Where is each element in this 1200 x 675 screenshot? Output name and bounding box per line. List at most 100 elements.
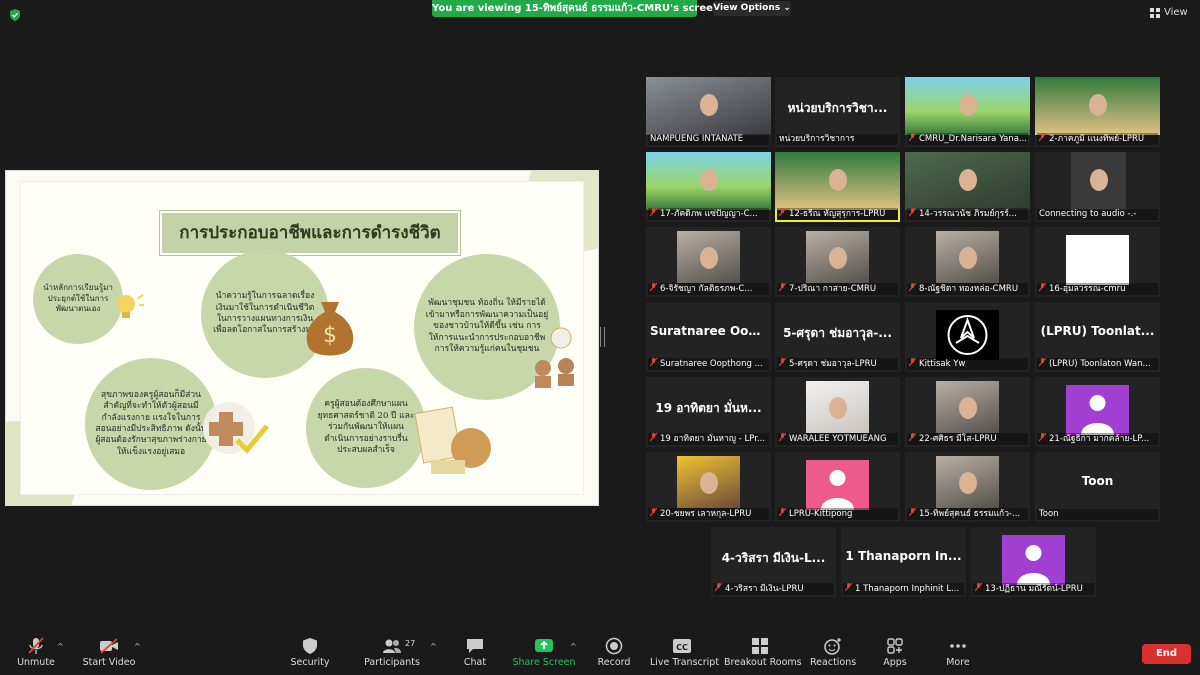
participant-tile[interactable]: 19 อาทิตยา มั่นห... 19 อาทิตยา มั่นหาญู -… <box>646 377 771 447</box>
mic-muted-icon <box>714 583 723 592</box>
participant-name-label: 1 Thanaporn Inphinit L... <box>843 583 964 595</box>
participant-tile[interactable]: 2-ภาคภูมิ แนงทิพย์-LPRU <box>1035 77 1160 147</box>
participant-name-text: (LPRU) Toonlaton Wan... <box>1049 359 1151 369</box>
svg-text:CC: CC <box>676 643 688 652</box>
view-button[interactable]: View <box>1150 5 1192 21</box>
more-button[interactable]: More <box>942 637 974 673</box>
mic-muted-icon <box>28 637 44 654</box>
default-avatar-icon <box>821 470 854 510</box>
cc-icon: CC <box>673 639 691 653</box>
participant-display-name: 4-วริสรา มีเงิน-L... <box>721 551 826 565</box>
topic-circle-strategy: ครูผู้สอนต้องศึกษาแผนยุทธศาสตร์ชาติ 20 ป… <box>306 368 426 488</box>
participant-name-text: 7-ปริณา กาสาย-CMRU <box>789 284 877 294</box>
participant-tile[interactable]: 6-จิรัชญา กัลติธรภพ-C... <box>646 227 771 297</box>
record-label: Record <box>597 657 631 668</box>
participant-video <box>905 77 1030 135</box>
participant-tile[interactable]: 7-ปริณา กาสาย-CMRU <box>775 227 900 297</box>
participant-tile[interactable]: 1 Thanaporn In... 1 Thanaporn Inphinit L.… <box>841 527 966 597</box>
participant-name-label: 15-ทิพย์สุคนธ์ ธรรมแก้ว-... <box>907 508 1028 520</box>
participant-name-text: 1 Thanaporn Inphinit L... <box>855 584 960 594</box>
participant-video <box>775 152 900 210</box>
video-options-caret[interactable]: ^ <box>134 642 141 651</box>
participant-tile[interactable]: Connecting to audio -.- <box>1035 152 1160 222</box>
breakout-rooms-button[interactable]: Breakout Rooms <box>724 637 802 673</box>
participant-face <box>699 471 718 494</box>
share-screen-label: Share Screen <box>512 657 576 668</box>
participant-name-label: 2-ภาคภูมิ แนงทิพย์-LPRU <box>1037 133 1158 145</box>
participant-tile[interactable]: Kittisak Yw <box>905 302 1030 372</box>
participant-face <box>958 396 977 419</box>
participant-tile[interactable]: 13-ปฏิธาน มณีรัตน์-LPRU <box>971 527 1096 597</box>
unmute-button[interactable]: Unmute <box>14 637 58 673</box>
mic-muted-icon <box>1038 433 1047 442</box>
participant-name-label: 16-อุมลวรรณ-cmru <box>1037 283 1158 295</box>
topic-circle-learning: นำหลักการเรียนรู้มาประยุกต์ใช้ในการพัฒนา… <box>33 254 123 344</box>
reactions-button[interactable]: Reactions <box>810 637 856 673</box>
participant-tile[interactable]: 12-ธรีณ หัญสุรุการ-LPRU <box>775 152 900 222</box>
start-video-label: Start Video <box>82 657 136 668</box>
participant-tile[interactable]: 15-ทิพย์สุคนธ์ ธรรมแก้ว-... <box>905 452 1030 522</box>
security-shield-icon[interactable] <box>8 8 22 22</box>
participant-tile[interactable]: (LPRU) Toonlat... (LPRU) Toonlaton Wan... <box>1035 302 1160 372</box>
participant-name-text: CMRU_Dr.Narisara Yana... <box>919 134 1028 144</box>
participant-display-name: 19 อาทิตยา มั่นห... <box>655 401 762 415</box>
participant-name-label: Connecting to audio -.- <box>1037 209 1158 220</box>
participant-tile[interactable]: 17-ภัคดิภพ แซ่ปัญญา-C... <box>646 152 771 222</box>
participant-name-label: 21-ณัฐธิกา มากคล้าย-LP... <box>1037 433 1158 445</box>
participant-tile[interactable]: Toon Toon <box>1035 452 1160 522</box>
participant-name-text: 21-ณัฐธิกา มากคล้าย-LP... <box>1049 434 1150 444</box>
participant-name-text: 15-ทิพย์สุคนธ์ ธรรมแก้ว-... <box>919 509 1021 519</box>
video-off-icon <box>100 638 118 654</box>
participant-name-label: หน่วยบริการวิชาการ <box>777 134 898 145</box>
participant-name-label: 4-วริสรา มีเงิน-LPRU <box>713 583 834 595</box>
participant-tile[interactable]: 16-อุมลวรรณ-cmru <box>1035 227 1160 297</box>
apps-button[interactable]: Apps <box>880 637 910 673</box>
participant-tile[interactable]: NAMPUENG INTANATE <box>646 77 771 147</box>
participant-tile[interactable]: 8-ณัฐชิดา ทองหล่อ-CMRU <box>905 227 1030 297</box>
participant-name-text: Suratnaree Oopthong ... <box>660 359 763 369</box>
view-options-button[interactable]: View Options ⌄ <box>713 1 791 16</box>
participant-name-label: Kittisak Yw <box>907 358 1028 370</box>
participant-tile[interactable]: 14-วรรณวนัช ภิรมย์กุรร์... <box>905 152 1030 222</box>
chat-icon <box>467 639 483 653</box>
shared-screen-slide: การประกอบอาชีพและการดำรงชีวิต นำหลักการเ… <box>5 170 599 506</box>
participant-video <box>1035 77 1160 135</box>
participant-face <box>1088 94 1107 117</box>
participant-tile[interactable]: 22-ศศิธร มีโส-LPRU <box>905 377 1030 447</box>
participant-tile[interactable]: 21-ณัฐธิกา มากคล้าย-LP... <box>1035 377 1160 447</box>
participants-options-caret[interactable]: ^ <box>430 642 437 651</box>
security-button[interactable]: Security <box>290 637 330 673</box>
participant-video <box>806 381 869 433</box>
participant-tile[interactable]: Suratnaree Oop... Suratnaree Oopthong ... <box>646 302 771 372</box>
participant-tile[interactable]: 5-ศรุดา ช่มอาวุล-... 5-ศรุดา ช่มอาวุล-LPR… <box>775 302 900 372</box>
split-view-handle[interactable] <box>600 327 605 347</box>
participant-video <box>806 231 869 283</box>
mic-muted-icon <box>908 208 917 217</box>
mic-muted-icon <box>1038 283 1047 292</box>
participant-tile[interactable]: 20-ชยพร เลาหกุล-LPRU <box>646 452 771 522</box>
participant-name-text: 16-อุมลวรรณ-cmru <box>1049 284 1126 294</box>
participant-tile[interactable]: CMRU_Dr.Narisara Yana... <box>905 77 1030 147</box>
participant-display-name: Toon <box>1081 474 1114 488</box>
participant-tile[interactable]: LPRU-Kittipong <box>775 452 900 522</box>
apps-icon <box>887 638 903 654</box>
participant-name-text: 20-ชยพร เลาหกุล-LPRU <box>660 509 752 519</box>
end-meeting-button[interactable]: End <box>1142 644 1191 664</box>
participant-video <box>936 456 999 508</box>
breakout-rooms-icon <box>752 638 768 654</box>
participant-tile[interactable]: WARALEE YOTMUEANG <box>775 377 900 447</box>
live-transcript-button[interactable]: CC Live Transcript <box>650 637 719 673</box>
chat-button[interactable]: Chat <box>458 637 492 673</box>
participant-face <box>958 169 977 192</box>
record-button[interactable]: Record <box>594 637 634 673</box>
audio-options-caret[interactable]: ^ <box>57 642 64 651</box>
start-video-button[interactable]: Start Video <box>82 637 136 673</box>
participant-name-label: CMRU_Dr.Narisara Yana... <box>907 133 1028 145</box>
share-options-caret[interactable]: ^ <box>570 642 577 651</box>
participant-tile[interactable]: 4-วริสรา มีเงิน-L... 4-วริสรา มีเงิน-LPRU <box>711 527 836 597</box>
view-label: View <box>1164 7 1188 18</box>
share-screen-button[interactable]: Share Screen <box>512 637 576 673</box>
mic-muted-icon <box>649 358 658 367</box>
more-dots-icon <box>950 644 966 648</box>
participant-tile[interactable]: หน่วยบริการวิชา... หน่วยบริการวิชาการ <box>775 77 900 147</box>
